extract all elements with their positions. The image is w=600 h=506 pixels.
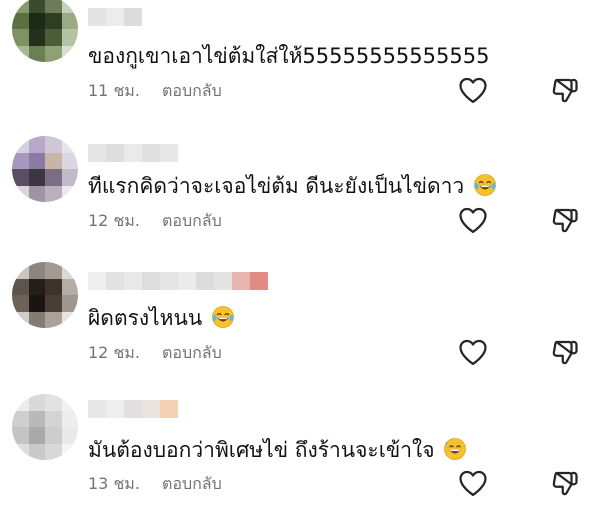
dislike-icon[interactable] xyxy=(549,468,579,498)
reply-button[interactable]: ตอบกลับ xyxy=(162,474,222,494)
username-blurred[interactable] xyxy=(88,272,268,290)
comment-text-content: มันต้องบอกว่าพิเศษไข่ ถึงร้านจะเข้าใจ xyxy=(88,438,435,462)
tears-of-joy-emoji-icon xyxy=(212,306,234,328)
heart-icon[interactable] xyxy=(458,76,488,104)
comment-time: 11 ชม. xyxy=(88,81,140,100)
comment-time: 12 ชม. xyxy=(88,211,140,230)
tears-of-joy-emoji-icon xyxy=(474,174,496,196)
comment-item: มันต้องบอกว่าพิเศษไข่ ถึงร้านจะเข้าใจ 13… xyxy=(0,386,600,506)
reply-button[interactable]: ตอบกลับ xyxy=(162,211,222,231)
reply-button[interactable]: ตอบกลับ xyxy=(162,343,222,363)
dislike-icon[interactable] xyxy=(549,337,579,367)
username-blurred[interactable] xyxy=(88,8,142,26)
avatar[interactable] xyxy=(12,262,78,328)
comment-meta: 12 ชม. ตอบกลับ xyxy=(88,343,222,363)
comment-meta: 12 ชม. ตอบกลับ xyxy=(88,211,222,231)
avatar[interactable] xyxy=(12,136,78,202)
comment-item: ของกูเขาเอาไข่ต้มใส่ให้55555555555555 11… xyxy=(0,0,600,120)
username-blurred[interactable] xyxy=(88,144,178,162)
heart-icon[interactable] xyxy=(458,469,488,497)
comment-meta: 11 ชม. ตอบกลับ xyxy=(88,81,222,101)
username-blurred[interactable] xyxy=(88,400,178,418)
comment-item: ผิดตรงไหนน 12 ชม. ตอบกลับ xyxy=(0,258,600,378)
comment-text: ทีแรกคิดว่าจะเจอไข่ต้ม ดีนะยังเป็นไข่ดาว xyxy=(88,172,497,200)
comment-text-content: ทีแรกคิดว่าจะเจอไข่ต้ม ดีนะยังเป็นไข่ดาว xyxy=(88,174,465,198)
grinning-sweat-emoji-icon xyxy=(444,438,467,460)
heart-icon[interactable] xyxy=(458,206,488,234)
comment-text-content: ของกูเขาเอาไข่ต้มใส่ให้55555555555555 xyxy=(88,44,490,68)
comment-text-content: ผิดตรงไหนน xyxy=(88,306,203,330)
avatar[interactable] xyxy=(12,0,78,62)
reply-button[interactable]: ตอบกลับ xyxy=(162,81,222,101)
dislike-icon[interactable] xyxy=(549,75,579,105)
comment-time: 13 ชม. xyxy=(88,474,140,493)
comment-text: มันต้องบอกว่าพิเศษไข่ ถึงร้านจะเข้าใจ xyxy=(88,436,467,464)
heart-icon[interactable] xyxy=(458,338,488,366)
comment-item: ทีแรกคิดว่าจะเจอไข่ต้ม ดีนะยังเป็นไข่ดาว… xyxy=(0,130,600,250)
avatar[interactable] xyxy=(12,394,78,460)
comment-text: ผิดตรงไหนน xyxy=(88,304,235,332)
comment-meta: 13 ชม. ตอบกลับ xyxy=(88,474,222,494)
comment-text: ของกูเขาเอาไข่ต้มใส่ให้55555555555555 xyxy=(88,42,489,70)
dislike-icon[interactable] xyxy=(549,205,579,235)
comment-time: 12 ชม. xyxy=(88,343,140,362)
